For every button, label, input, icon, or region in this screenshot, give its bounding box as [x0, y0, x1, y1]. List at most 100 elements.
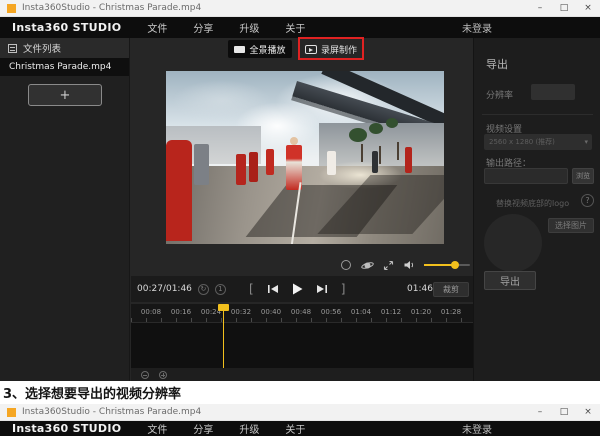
palm-tree: [386, 118, 398, 128]
close-button[interactable]: ×: [576, 0, 600, 16]
trim-in-marker[interactable]: [: [249, 282, 254, 296]
video-preview[interactable]: [166, 71, 444, 244]
trim-out-marker[interactable]: ]: [341, 282, 346, 296]
speed-icon[interactable]: 1: [215, 284, 226, 295]
person-gray-hoodie: [194, 144, 209, 186]
export-button[interactable]: 导出: [484, 271, 536, 290]
app-icon: [7, 408, 16, 417]
menu-upgrade[interactable]: 升级: [239, 421, 259, 436]
panorama-play-label: 全景播放: [249, 43, 285, 56]
menu-upgrade[interactable]: 升级: [239, 20, 259, 35]
export-panel-title: 导出: [486, 56, 508, 72]
main-workspace: 文件列表 Christmas Parade.mp4 + 全景播放 录屏制作: [0, 38, 600, 381]
resolution-label: 分辨率: [486, 88, 513, 101]
menu-about[interactable]: 关于: [285, 421, 305, 436]
maximize-button[interactable]: □: [552, 0, 576, 16]
app-brand: Insta360 STUDIO: [12, 21, 121, 34]
volume-icon[interactable]: [403, 259, 415, 272]
person-red: [266, 149, 274, 175]
screenshot-root: Insta360Studio - Christmas Parade.mp4 – …: [0, 0, 600, 436]
login-status[interactable]: 未登录: [462, 20, 492, 35]
timeline-tick: 00:40: [261, 308, 281, 316]
close-button[interactable]: ×: [576, 404, 600, 420]
logo-preview-circle: [484, 214, 542, 272]
planet-view-icon[interactable]: [361, 259, 374, 272]
timeline-tick: 00:08: [141, 308, 161, 316]
window-title: Insta360Studio - Christmas Parade.mp4: [22, 3, 201, 13]
screen-capture-label: 录屏制作: [321, 43, 357, 56]
screen-capture-icon: [305, 45, 317, 54]
file-list-item[interactable]: Christmas Parade.mp4: [0, 58, 129, 76]
fullscreen-icon[interactable]: [383, 259, 394, 272]
titlebar: Insta360Studio - Christmas Parade.mp4 – …: [0, 0, 600, 17]
add-file-button[interactable]: +: [28, 84, 102, 106]
timeline-ruler[interactable]: 00:0800:1600:2400:3200:4000:4800:5601:04…: [131, 304, 474, 322]
window-controls: – □ ×: [528, 0, 600, 16]
help-icon[interactable]: ?: [581, 194, 594, 207]
caption-text: 3、选择想要导出的视频分辨率: [3, 383, 181, 402]
volume-slider[interactable]: [424, 264, 470, 266]
menu-share[interactable]: 分享: [193, 20, 213, 35]
playhead-line: [223, 311, 224, 368]
timeline-tick: 01:28: [441, 308, 461, 316]
resolution-dropdown[interactable]: [531, 84, 575, 100]
screen-capture-button[interactable]: 录屏制作: [302, 40, 360, 58]
timeline-zoom-in-icon[interactable]: [159, 371, 167, 379]
tutorial-caption: 3、选择想要导出的视频分辨率: [0, 381, 600, 404]
export-panel: 导出 分辨率 视频设置 2560 x 1280 (推荐) ▾ 输出路径： 浏览 …: [473, 38, 600, 381]
video-scene: [166, 71, 444, 244]
transport-bar: 00:27/01:46 ↻ 1 [ ] 01:46 裁剪: [131, 276, 474, 302]
duration-label: 01:46: [407, 284, 433, 294]
choose-image-button[interactable]: 选择图片: [548, 218, 594, 233]
loop-icon[interactable]: ↻: [198, 284, 209, 295]
person-santa-head: [290, 137, 298, 145]
menu-share[interactable]: 分享: [193, 421, 213, 436]
play-button[interactable]: [292, 283, 303, 295]
volume-slider-knob[interactable]: [451, 261, 459, 269]
maximize-button[interactable]: □: [552, 404, 576, 420]
timeline-track[interactable]: [131, 322, 474, 368]
file-list-icon: [8, 44, 17, 53]
menu-about[interactable]: 关于: [285, 20, 305, 35]
current-timecode: 00:27/01:46: [137, 284, 192, 294]
timeline-tick: 01:20: [411, 308, 431, 316]
timeline-tick: 01:04: [351, 308, 371, 316]
login-status[interactable]: 未登录: [462, 421, 492, 436]
chevron-down-icon: ▾: [584, 138, 588, 146]
trim-button[interactable]: 裁剪: [433, 282, 469, 297]
prev-frame-button[interactable]: [267, 284, 279, 294]
timeline-tick: 00:56: [321, 308, 341, 316]
palm-tree: [369, 123, 383, 134]
file-list-sidebar: 文件列表 Christmas Parade.mp4 +: [0, 38, 130, 381]
browse-button[interactable]: 浏览: [572, 168, 594, 184]
timeline-zoom-strip: [131, 368, 474, 381]
person-dark: [372, 151, 378, 173]
timeline-zoom-out-icon[interactable]: [141, 371, 149, 379]
next-frame-button[interactable]: [316, 284, 328, 294]
person-red: [236, 154, 246, 185]
menu-file[interactable]: 文件: [147, 20, 167, 35]
app-icon: [7, 4, 16, 13]
window-title: Insta360Studio - Christmas Parade.mp4: [22, 407, 201, 417]
person-red-left: [166, 140, 192, 240]
smooth-view-icon[interactable]: [340, 259, 352, 272]
playhead-flag[interactable]: [218, 304, 229, 311]
person-white: [327, 151, 336, 175]
menubar-bottom: Insta360 STUDIO 文件 分享 升级 关于 未登录: [0, 421, 600, 436]
minimize-button[interactable]: –: [528, 404, 552, 420]
panorama-play-button[interactable]: 全景播放: [228, 40, 292, 58]
timeline-tick: 01:12: [381, 308, 401, 316]
palm-trunks: [361, 144, 363, 162]
video-size-value: 2560 x 1280 (推荐): [489, 137, 555, 147]
video-size-dropdown[interactable]: 2560 x 1280 (推荐) ▾: [484, 134, 592, 150]
menu-file[interactable]: 文件: [147, 421, 167, 436]
logo-option-label[interactable]: 替换视频底部的logo: [496, 198, 569, 209]
plus-icon: +: [60, 88, 71, 103]
volume-slider-fill: [424, 264, 454, 266]
minimize-button[interactable]: –: [528, 0, 552, 16]
window-controls: – □ ×: [528, 404, 600, 420]
panel-divider: [482, 114, 593, 115]
file-list-header: 文件列表: [0, 38, 129, 58]
output-path-input[interactable]: [484, 168, 568, 184]
titlebar-bottom: Insta360Studio - Christmas Parade.mp4 – …: [0, 404, 600, 421]
